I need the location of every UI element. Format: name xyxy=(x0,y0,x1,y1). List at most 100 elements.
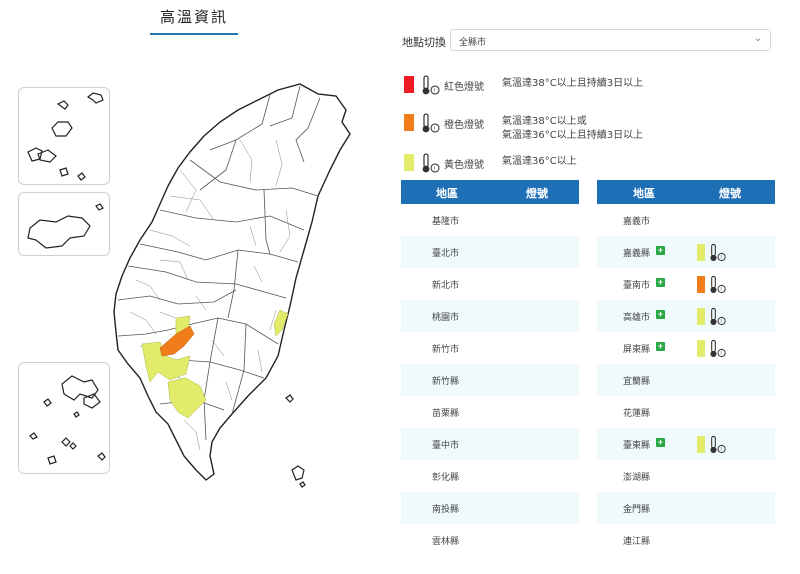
area-name: 桃園市 xyxy=(432,313,460,323)
table-row[interactable]: 嘉義縣 +! xyxy=(597,236,775,268)
legend-desc: 氣溫達38°C以上且持續3日以上 xyxy=(502,77,643,91)
chevron-down-icon: ⌄ xyxy=(753,33,762,44)
area-name: 屏東縣 xyxy=(623,345,651,355)
area-name: 新竹縣 xyxy=(432,377,460,387)
table-row[interactable]: 雲林縣 xyxy=(401,524,579,556)
area-name: 連江縣 xyxy=(623,537,651,547)
offshore-islands-east[interactable] xyxy=(285,394,306,488)
table-row[interactable]: 臺東縣 +! xyxy=(597,428,775,460)
table-row[interactable]: 澎湖縣 xyxy=(597,460,775,492)
header-signal: 燈號 xyxy=(526,187,548,200)
legend-desc: 氣溫達36°C以上 xyxy=(502,155,577,169)
svg-text:!: ! xyxy=(720,351,722,357)
svg-text:!: ! xyxy=(720,287,722,293)
signal-legend: ! 紅色燈號 氣溫達38°C以上且持續3日以上 ! 橙色燈號 氣溫達38°C以上… xyxy=(404,72,784,188)
area-name: 臺南市 xyxy=(623,281,651,291)
area-name: 嘉義市 xyxy=(623,217,651,227)
thermometer-icon: ! xyxy=(710,243,726,261)
area-name: 臺北市 xyxy=(432,249,460,259)
page-title: 高溫資訊 xyxy=(159,8,228,26)
table-row[interactable]: 新北市 xyxy=(401,268,579,300)
table-row[interactable]: 新竹市 xyxy=(401,332,579,364)
table-row[interactable]: 新竹縣 xyxy=(401,364,579,396)
legend-desc-line: 氣溫達36°C以上且持續3日以上 xyxy=(502,130,644,141)
title-underline xyxy=(150,33,238,35)
area-name: 雲林縣 xyxy=(432,537,460,547)
yellow-signal-swatch xyxy=(697,244,705,261)
legend-desc: 氣溫達38°C以上或 氣溫達36°C以上且持續3日以上 xyxy=(502,115,643,143)
table-row[interactable]: 屏東縣 +! xyxy=(597,332,775,364)
expand-plus-icon[interactable]: + xyxy=(656,278,665,287)
expand-plus-icon[interactable]: + xyxy=(656,310,665,319)
thermometer-icon: ! xyxy=(710,275,726,293)
table-row[interactable]: 連江縣 xyxy=(597,524,775,556)
area-name: 南投縣 xyxy=(432,505,460,515)
svg-text:!: ! xyxy=(433,167,435,173)
location-select[interactable]: 全縣市 ⌄ xyxy=(450,29,771,51)
table-row[interactable]: 花蓮縣 xyxy=(597,396,775,428)
svg-text:!: ! xyxy=(433,127,435,133)
main-island-outline[interactable] xyxy=(113,83,351,481)
area-name: 臺中市 xyxy=(432,441,460,451)
thermometer-icon: ! xyxy=(710,435,726,453)
expand-plus-icon[interactable]: + xyxy=(656,342,665,351)
table-row[interactable]: 臺北市 xyxy=(401,236,579,268)
legend-name: 黃色燈號 xyxy=(444,160,484,171)
legend-desc-line: 氣溫達38°C以上或 xyxy=(502,116,587,127)
thermometer-icon: ! xyxy=(422,153,440,173)
svg-text:!: ! xyxy=(433,89,435,95)
legend-name: 紅色燈號 xyxy=(444,82,484,93)
table-row[interactable]: 金門縣 xyxy=(597,492,775,524)
page-title-block: 高溫資訊 xyxy=(150,6,238,35)
kinmen-islands[interactable] xyxy=(27,203,104,249)
expand-plus-icon[interactable]: + xyxy=(656,438,665,447)
svg-text:!: ! xyxy=(720,255,722,261)
area-name: 高雄市 xyxy=(623,313,651,323)
area-table-right: 地區 燈號 嘉義市嘉義縣 +! 臺南市 +! 高雄市 +! 屏東縣 +! 宜蘭縣花蓮縣臺東縣 +!… xyxy=(597,180,775,556)
expand-plus-icon[interactable]: + xyxy=(656,246,665,255)
table-body: 基隆市臺北市新北市桃園市新竹市新竹縣苗栗縣臺中市彰化縣南投縣雲林縣 xyxy=(401,204,579,556)
svg-text:!: ! xyxy=(720,447,722,453)
legend-row-red: ! 紅色燈號 氣溫達38°C以上且持續3日以上 xyxy=(404,72,784,110)
legend-row-orange: ! 橙色燈號 氣溫達38°C以上或 氣溫達36°C以上且持續3日以上 xyxy=(404,110,784,148)
table-body: 嘉義市嘉義縣 +! 臺南市 +! 高雄市 +! 屏東縣 +! 宜蘭縣花蓮縣臺東縣 +! 澎湖縣金門縣… xyxy=(597,204,775,556)
svg-text:!: ! xyxy=(720,319,722,325)
location-label: 地點切換 xyxy=(402,36,446,49)
table-row[interactable]: 宜蘭縣 xyxy=(597,364,775,396)
table-row[interactable]: 苗栗縣 xyxy=(401,396,579,428)
table-row[interactable]: 嘉義市 xyxy=(597,204,775,236)
table-row[interactable]: 彰化縣 xyxy=(401,460,579,492)
orange-swatch xyxy=(404,114,414,131)
penghu-islands[interactable] xyxy=(29,375,106,465)
area-table-left: 地區 燈號 基隆市臺北市新北市桃園市新竹市新竹縣苗栗縣臺中市彰化縣南投縣雲林縣 xyxy=(401,180,579,556)
table-row[interactable]: 臺南市 +! xyxy=(597,268,775,300)
area-name: 澎湖縣 xyxy=(623,473,651,483)
table-header: 地區 燈號 xyxy=(401,180,579,204)
area-name: 新北市 xyxy=(432,281,460,291)
legend-name: 橙色燈號 xyxy=(444,120,484,131)
table-row[interactable]: 基隆市 xyxy=(401,204,579,236)
area-name: 宜蘭縣 xyxy=(623,377,651,387)
yellow-signal-swatch xyxy=(697,308,705,325)
location-selected-value: 全縣市 xyxy=(459,38,487,48)
header-area: 地區 xyxy=(436,187,458,200)
area-name: 彰化縣 xyxy=(432,473,460,483)
area-name: 嘉義縣 xyxy=(623,249,651,259)
table-row[interactable]: 臺中市 xyxy=(401,428,579,460)
yellow-swatch xyxy=(404,154,414,171)
matsu-islands[interactable] xyxy=(27,92,104,181)
area-name: 新竹市 xyxy=(432,345,460,355)
header-signal: 燈號 xyxy=(719,187,741,200)
area-name: 臺東縣 xyxy=(623,441,651,451)
map-svg xyxy=(27,83,351,488)
table-header: 地區 燈號 xyxy=(597,180,775,204)
table-row[interactable]: 南投縣 xyxy=(401,492,579,524)
yellow-signal-swatch xyxy=(697,340,705,357)
yellow-signal-swatch xyxy=(697,436,705,453)
thermometer-icon: ! xyxy=(710,307,726,325)
table-row[interactable]: 桃園市 xyxy=(401,300,579,332)
area-name: 金門縣 xyxy=(623,505,651,515)
legend-desc-line: 氣溫達36°C以上 xyxy=(502,156,577,167)
red-swatch xyxy=(404,76,414,93)
table-row[interactable]: 高雄市 +! xyxy=(597,300,775,332)
